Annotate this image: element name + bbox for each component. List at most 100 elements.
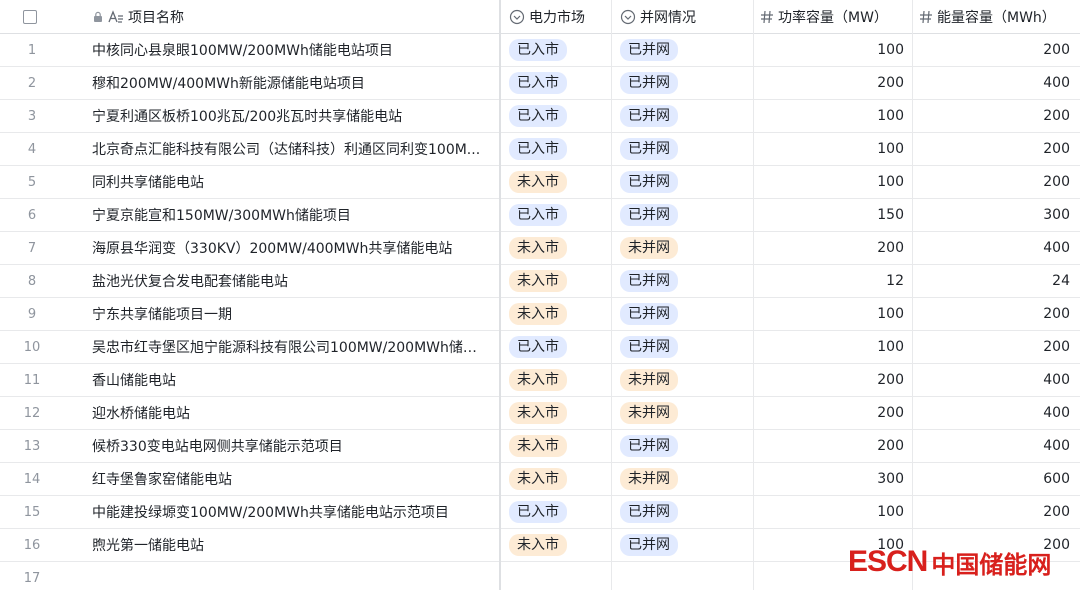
project-name-cell[interactable]: 盐池光伏复合发电配套储能电站 [92, 265, 492, 297]
market-cell[interactable]: 未入市 [501, 397, 611, 429]
energy-capacity-cell[interactable]: 400 [913, 397, 1078, 429]
power-capacity-cell[interactable]: 150 [754, 199, 912, 231]
table-row[interactable]: 1 中核同心县泉眼100MW/200MWh储能电站项目 已入市 已并网 100 200 [0, 34, 1080, 67]
power-capacity-cell[interactable]: 200 [754, 232, 912, 264]
table-row[interactable]: 13 候桥330变电站电网侧共享储能示范项目 未入市 已并网 200 400 [0, 430, 1080, 463]
market-cell[interactable]: 已入市 [501, 331, 611, 363]
table-row[interactable]: 10 吴忠市红寺堡区旭宁能源科技有限公司100MW/200MWh储能... 已入市 已… [0, 331, 1080, 364]
power-capacity-cell[interactable]: 200 [754, 364, 912, 396]
grid-cell[interactable]: 已并网 [612, 100, 753, 132]
market-cell[interactable]: 未入市 [501, 364, 611, 396]
grid-cell[interactable]: 已并网 [612, 67, 753, 99]
power-capacity-cell[interactable]: 100 [754, 298, 912, 330]
power-capacity-cell[interactable]: 200 [754, 397, 912, 429]
table-row[interactable]: 3 宁夏利通区板桥100兆瓦/200兆瓦时共享储能电站 已入市 已并网 100 200 [0, 100, 1080, 133]
project-name-cell[interactable]: 同利共享储能电站 [92, 166, 492, 198]
column-divider[interactable] [912, 0, 913, 590]
energy-capacity-cell[interactable]: 200 [913, 100, 1078, 132]
market-cell[interactable]: 已入市 [501, 133, 611, 165]
power-capacity-cell[interactable]: 100 [754, 100, 912, 132]
table-row[interactable]: 7 海原县华润变（330KV）200MW/400MWh共享储能电站 未入市 未并网 20… [0, 232, 1080, 265]
grid-cell[interactable]: 已并网 [612, 265, 753, 297]
energy-capacity-cell[interactable]: 200 [913, 166, 1078, 198]
grid-cell[interactable]: 已并网 [612, 199, 753, 231]
project-name-cell[interactable]: 候桥330变电站电网侧共享储能示范项目 [92, 430, 492, 462]
column-header-power[interactable]: 功率容量（MW） [754, 0, 912, 33]
project-name-cell[interactable]: 吴忠市红寺堡区旭宁能源科技有限公司100MW/200MWh储能... [92, 331, 492, 363]
power-capacity-cell[interactable]: 100 [754, 34, 912, 66]
grid-cell[interactable]: 未并网 [612, 463, 753, 495]
project-name-cell[interactable]: 北京奇点汇能科技有限公司（达储科技）利通区同利变100M... [92, 133, 492, 165]
project-name-cell[interactable]: 红寺堡鲁家窑储能电站 [92, 463, 492, 495]
energy-capacity-cell[interactable]: 200 [913, 133, 1078, 165]
power-capacity-cell[interactable]: 200 [754, 67, 912, 99]
power-capacity-cell[interactable]: 300 [754, 463, 912, 495]
grid-cell[interactable]: 已并网 [612, 34, 753, 66]
power-capacity-cell[interactable]: 100 [754, 331, 912, 363]
energy-capacity-cell[interactable]: 200 [913, 331, 1078, 363]
energy-capacity-cell[interactable]: 24 [913, 265, 1078, 297]
energy-capacity-cell[interactable]: 200 [913, 496, 1078, 528]
project-name-cell[interactable]: 穆和200MW/400MWh新能源储能电站项目 [92, 67, 492, 99]
column-header-name[interactable]: 项目名称 [92, 0, 492, 33]
power-capacity-cell[interactable]: 200 [754, 430, 912, 462]
table-row[interactable]: 12 迎水桥储能电站 未入市 未并网 200 400 [0, 397, 1080, 430]
project-name-cell[interactable] [92, 562, 492, 590]
grid-cell[interactable]: 已并网 [612, 496, 753, 528]
energy-capacity-cell[interactable]: 600 [913, 463, 1078, 495]
market-cell[interactable]: 未入市 [501, 529, 611, 561]
power-capacity-cell[interactable]: 100 [754, 133, 912, 165]
project-name-cell[interactable]: 宁夏利通区板桥100兆瓦/200兆瓦时共享储能电站 [92, 100, 492, 132]
table-row[interactable]: 2 穆和200MW/400MWh新能源储能电站项目 已入市 已并网 200 400 [0, 67, 1080, 100]
market-cell[interactable]: 未入市 [501, 232, 611, 264]
project-name-cell[interactable]: 中能建投绿塬变100MW/200MWh共享储能电站示范项目 [92, 496, 492, 528]
market-cell[interactable]: 未入市 [501, 430, 611, 462]
energy-capacity-cell[interactable]: 200 [913, 34, 1078, 66]
grid-cell[interactable]: 已并网 [612, 298, 753, 330]
table-row[interactable]: 4 北京奇点汇能科技有限公司（达储科技）利通区同利变100M... 已入市 已并网 10… [0, 133, 1080, 166]
project-name-cell[interactable]: 香山储能电站 [92, 364, 492, 396]
project-name-cell[interactable]: 中核同心县泉眼100MW/200MWh储能电站项目 [92, 34, 492, 66]
market-cell[interactable]: 已入市 [501, 496, 611, 528]
grid-cell[interactable]: 已并网 [612, 133, 753, 165]
energy-capacity-cell[interactable]: 400 [913, 430, 1078, 462]
market-cell[interactable]: 未入市 [501, 265, 611, 297]
column-divider[interactable] [753, 0, 754, 590]
grid-cell[interactable]: 已并网 [612, 166, 753, 198]
project-name-cell[interactable]: 煦光第一储能电站 [92, 529, 492, 561]
grid-cell[interactable]: 已并网 [612, 529, 753, 561]
grid-cell[interactable]: 已并网 [612, 430, 753, 462]
column-header-grid[interactable]: 并网情况 [612, 0, 753, 33]
table-row[interactable]: 11 香山储能电站 未入市 未并网 200 400 [0, 364, 1080, 397]
grid-cell[interactable]: 未并网 [612, 232, 753, 264]
column-header-energy[interactable]: 能量容量（MWh） [913, 0, 1078, 33]
table-row[interactable]: 6 宁夏京能宣和150MW/300MWh储能项目 已入市 已并网 150 300 [0, 199, 1080, 232]
table-row[interactable]: 14 红寺堡鲁家窑储能电站 未入市 未并网 300 600 [0, 463, 1080, 496]
column-header-market[interactable]: 电力市场 [501, 0, 611, 33]
table-row[interactable]: 8 盐池光伏复合发电配套储能电站 未入市 已并网 12 24 [0, 265, 1080, 298]
market-cell[interactable]: 已入市 [501, 67, 611, 99]
table-row[interactable]: 15 中能建投绿塬变100MW/200MWh共享储能电站示范项目 已入市 已并网 100… [0, 496, 1080, 529]
energy-capacity-cell[interactable]: 400 [913, 232, 1078, 264]
market-cell[interactable]: 未入市 [501, 166, 611, 198]
select-all-checkbox[interactable] [15, 0, 45, 33]
energy-capacity-cell[interactable]: 300 [913, 199, 1078, 231]
project-name-cell[interactable]: 宁夏京能宣和150MW/300MWh储能项目 [92, 199, 492, 231]
power-capacity-cell[interactable]: 100 [754, 496, 912, 528]
grid-cell[interactable]: 已并网 [612, 331, 753, 363]
market-cell[interactable]: 未入市 [501, 463, 611, 495]
market-cell[interactable]: 已入市 [501, 34, 611, 66]
table-row[interactable]: 5 同利共享储能电站 未入市 已并网 100 200 [0, 166, 1080, 199]
market-cell[interactable] [501, 562, 611, 590]
frozen-column-divider[interactable] [499, 0, 501, 590]
power-capacity-cell[interactable]: 100 [754, 166, 912, 198]
project-name-cell[interactable]: 海原县华润变（330KV）200MW/400MWh共享储能电站 [92, 232, 492, 264]
project-name-cell[interactable]: 宁东共享储能项目一期 [92, 298, 492, 330]
grid-cell[interactable]: 未并网 [612, 364, 753, 396]
grid-cell[interactable] [612, 562, 753, 590]
market-cell[interactable]: 未入市 [501, 298, 611, 330]
column-divider[interactable] [611, 0, 612, 590]
market-cell[interactable]: 已入市 [501, 100, 611, 132]
table-row[interactable]: 9 宁东共享储能项目一期 未入市 已并网 100 200 [0, 298, 1080, 331]
market-cell[interactable]: 已入市 [501, 199, 611, 231]
